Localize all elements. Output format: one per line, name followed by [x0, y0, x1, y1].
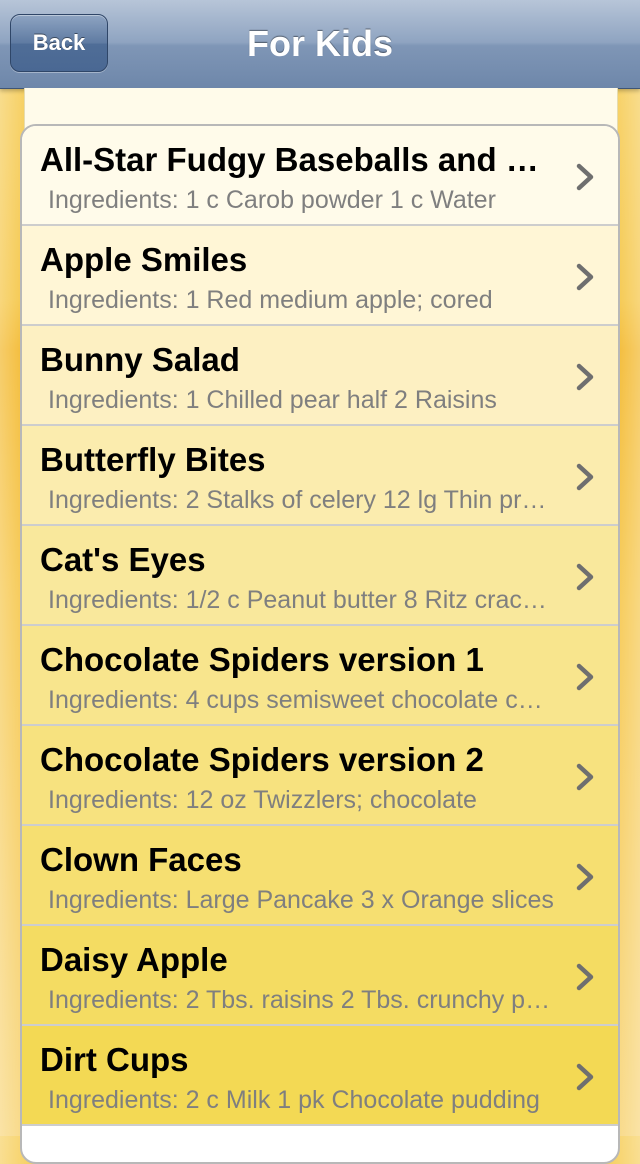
recipe-title: Apple Smiles [40, 241, 248, 278]
list-item[interactable]: Cat's Eyes Ingredients: 1/2 c Peanut but… [22, 526, 618, 626]
chevron-right-icon [576, 163, 594, 191]
list-item[interactable]: Bunny Salad Ingredients: 1 Chilled pear … [22, 326, 618, 426]
chevron-right-icon [576, 663, 594, 691]
recipe-title: Bunny Salad [40, 341, 240, 378]
chevron-right-icon [576, 563, 594, 591]
list-item[interactable]: All-Star Fudgy Baseballs and Bats Ingred… [22, 126, 618, 226]
chevron-right-icon [576, 463, 594, 491]
recipe-title: All-Star Fudgy Baseballs and Bats [40, 141, 560, 178]
recipe-ingredients: Ingredients: 1/2 c Peanut butter 8 Ritz … [48, 586, 556, 614]
back-button[interactable]: Back [10, 14, 108, 72]
recipe-ingredients: Ingredients: Large Pancake 3 x Orange sl… [48, 886, 554, 914]
navigation-bar: Back For Kids [0, 0, 640, 89]
chevron-right-icon [576, 263, 594, 291]
recipe-title: Chocolate Spiders version 1 [40, 641, 484, 678]
list-item[interactable]: Clown Faces Ingredients: Large Pancake 3… [22, 826, 618, 926]
recipe-list: All-Star Fudgy Baseballs and Bats Ingred… [20, 124, 620, 1164]
recipe-title: Cat's Eyes [40, 541, 206, 578]
recipe-ingredients: Ingredients: 1 Chilled pear half 2 Raisi… [48, 386, 497, 414]
list-item[interactable]: Chocolate Spiders version 1 Ingredients:… [22, 626, 618, 726]
list-item[interactable]: Butterfly Bites Ingredients: 2 Stalks of… [22, 426, 618, 526]
recipe-ingredients: Ingredients: 1 Red medium apple; cored [48, 286, 493, 314]
recipe-ingredients: Ingredients: 4 cups semisweet chocolate … [48, 686, 556, 714]
recipe-title: Dirt Cups [40, 1041, 189, 1078]
page-title: For Kids [246, 23, 393, 64]
recipe-title: Clown Faces [40, 841, 242, 878]
recipe-ingredients: Ingredients: 2 Tbs. raisins 2 Tbs. crunc… [48, 986, 556, 1014]
chevron-right-icon [576, 963, 594, 991]
recipe-ingredients: Ingredients: 2 c Milk 1 pk Chocolate pud… [48, 1086, 540, 1114]
list-item[interactable]: Apple Smiles Ingredients: 1 Red medium a… [22, 226, 618, 326]
chevron-right-icon [576, 363, 594, 391]
chevron-right-icon [576, 763, 594, 791]
list-item[interactable]: Chocolate Spiders version 2 Ingredients:… [22, 726, 618, 826]
recipe-title: Chocolate Spiders version 2 [40, 741, 484, 778]
recipe-title: Butterfly Bites [40, 441, 266, 478]
list-item[interactable]: Dirt Cups Ingredients: 2 c Milk 1 pk Cho… [22, 1026, 618, 1126]
chevron-right-icon [576, 1063, 594, 1091]
list-item[interactable]: Daisy Apple Ingredients: 2 Tbs. raisins … [22, 926, 618, 1026]
recipe-ingredients: Ingredients: 1 c Carob powder 1 c Water [48, 186, 496, 214]
recipe-ingredients: Ingredients: 2 Stalks of celery 12 lg Th… [48, 486, 556, 514]
recipe-ingredients: Ingredients: 12 oz Twizzlers; chocolate [48, 786, 477, 814]
chevron-right-icon [576, 863, 594, 891]
recipe-title: Daisy Apple [40, 941, 228, 978]
